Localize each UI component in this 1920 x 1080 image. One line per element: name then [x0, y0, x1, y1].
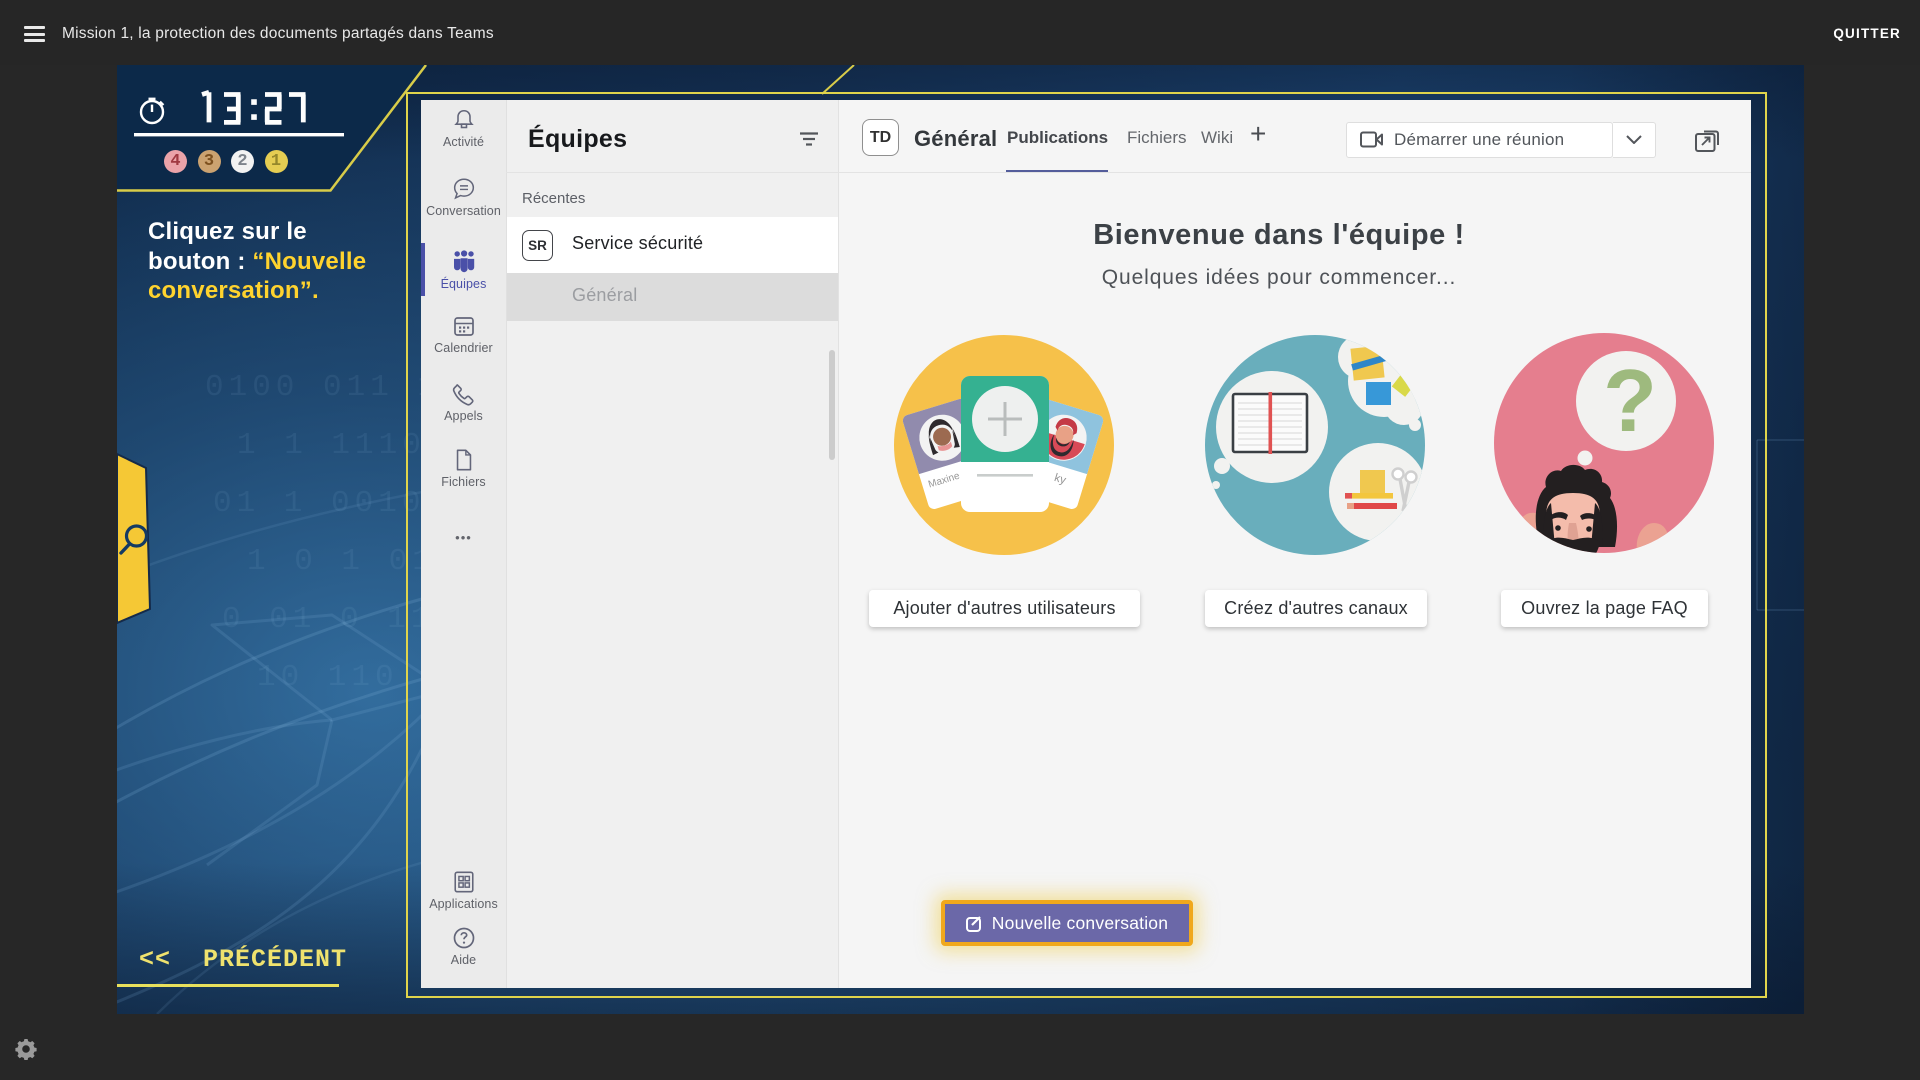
svg-text:0 01 0 11: 0 01 0 11	[222, 602, 434, 637]
svg-text:?: ?	[1603, 351, 1657, 450]
svg-text:01 1 0010: 01 1 0010	[213, 486, 425, 521]
